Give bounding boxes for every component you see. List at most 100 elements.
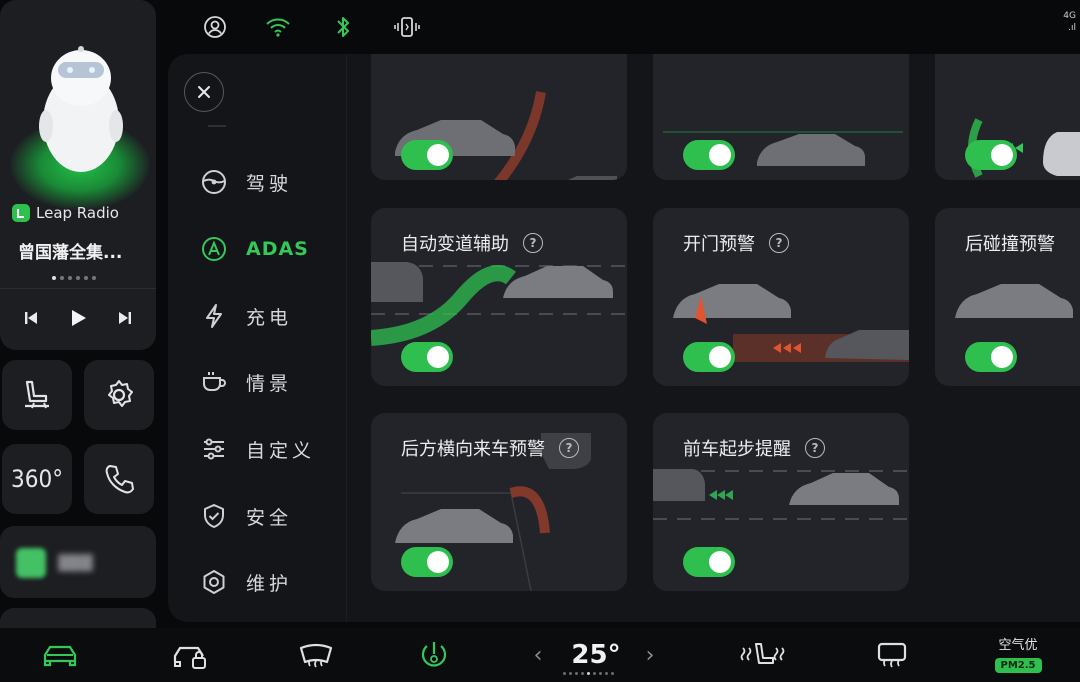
toggle-rear-collision-warning[interactable] bbox=[965, 342, 1017, 372]
card-title-rear-cross-traffic: 后方横向来车预警 bbox=[401, 439, 545, 460]
page-dot bbox=[76, 276, 80, 280]
page-dots bbox=[52, 276, 96, 280]
blurred-app-text: ▓▓▓ bbox=[58, 554, 93, 572]
play-icon[interactable] bbox=[63, 303, 93, 333]
previous-icon[interactable] bbox=[16, 303, 46, 333]
card-title-row: 前车起步提醒 ? bbox=[683, 435, 825, 461]
feature-card-1[interactable] bbox=[371, 54, 627, 180]
front-defrost-icon[interactable] bbox=[296, 638, 336, 672]
temp-increase-chevron[interactable]: › bbox=[640, 638, 660, 672]
next-icon[interactable] bbox=[110, 303, 140, 333]
nav-label-custom: 自定义 bbox=[246, 439, 316, 462]
air-quality-indicator[interactable]: 空气优 PM2.5 bbox=[990, 634, 1046, 673]
card-title-row: 后碰撞预警 bbox=[965, 230, 1055, 256]
nav-item-driving[interactable]: 驾驶 bbox=[196, 162, 346, 202]
left-column: Leap Radio 曾国藩全集... 360° ▓▓▓ bbox=[0, 0, 160, 628]
temp-level-dot bbox=[587, 672, 590, 675]
temp-level-dot bbox=[599, 672, 602, 675]
adas-panel: 驾驶 ADAS 充电 情景 自定义 安全 维护 自动变道辅助 ? 开门预警 ? … bbox=[168, 54, 1080, 622]
temperature-level-dots bbox=[563, 672, 614, 675]
pm25-badge: PM2.5 bbox=[994, 658, 1042, 673]
card-title-lane-change-assist: 自动变道辅助 bbox=[401, 234, 509, 255]
next-card-edge bbox=[0, 608, 156, 628]
card-title-door-open-warning: 开门预警 bbox=[683, 234, 755, 255]
seat-button[interactable] bbox=[2, 360, 72, 430]
car-lock-icon[interactable] bbox=[170, 638, 210, 672]
app-name: Leap Radio bbox=[36, 204, 119, 222]
camera-360-label: 360° bbox=[11, 465, 63, 493]
temp-level-dot bbox=[563, 672, 566, 675]
toggle-door-open-warning[interactable] bbox=[683, 342, 735, 372]
temperature-value: 25° bbox=[571, 640, 621, 670]
temp-level-dot bbox=[581, 672, 584, 675]
camera-360-button[interactable]: 360° bbox=[2, 444, 72, 514]
feature-card-door-open-warning[interactable]: 开门预警 ? bbox=[653, 208, 909, 386]
seat-icon bbox=[25, 380, 49, 409]
bottom-bar: ‹ 25° › 空气优 PM2.5 bbox=[0, 628, 1080, 682]
help-icon[interactable]: ? bbox=[805, 438, 825, 458]
nav-item-safety[interactable]: 安全 bbox=[196, 496, 346, 536]
feature-toggle-2[interactable] bbox=[683, 140, 735, 170]
bluetooth-icon[interactable] bbox=[328, 12, 358, 42]
blurred-app-card[interactable]: ▓▓▓ bbox=[0, 526, 156, 598]
wifi-icon[interactable] bbox=[263, 12, 293, 42]
toggle-front-car-start[interactable] bbox=[683, 547, 735, 577]
feature-card-rear-cross-traffic[interactable]: 后方横向来车预警 ? bbox=[371, 413, 627, 591]
temp-level-dot bbox=[569, 672, 572, 675]
toggle-rear-cross-traffic[interactable] bbox=[401, 547, 453, 577]
feature-card-2[interactable] bbox=[653, 54, 909, 180]
nav-item-maintenance[interactable]: 维护 bbox=[196, 562, 346, 602]
app-badge: Leap Radio bbox=[12, 204, 119, 222]
media-controls bbox=[0, 300, 156, 336]
seat-heat-icon[interactable] bbox=[738, 638, 788, 672]
temperature-display: 25° bbox=[566, 638, 626, 672]
nav-item-scene[interactable]: 情景 bbox=[196, 362, 346, 402]
feature-card-3[interactable] bbox=[935, 54, 1080, 180]
signal-indicator: 4G .ıl bbox=[1063, 11, 1076, 33]
media-card[interactable]: Leap Radio 曾国藩全集... bbox=[0, 0, 156, 350]
temp-level-dot bbox=[575, 672, 578, 675]
nav-item-adas[interactable]: ADAS bbox=[196, 229, 346, 269]
steering-wheel-icon bbox=[196, 164, 232, 200]
close-icon bbox=[198, 86, 210, 98]
nav-item-charging[interactable]: 充电 bbox=[196, 296, 346, 336]
feature-card-lane-change-assist[interactable]: 自动变道辅助 ? bbox=[371, 208, 627, 386]
page-dot bbox=[68, 276, 72, 280]
feature-toggle-3[interactable] bbox=[965, 140, 1017, 170]
help-icon[interactable]: ? bbox=[523, 233, 543, 253]
shield-check-icon bbox=[196, 498, 232, 534]
toggle-lane-change-assist[interactable] bbox=[401, 342, 453, 372]
rear-defrost-icon[interactable] bbox=[872, 638, 912, 672]
card-title-front-car-start: 前车起步提醒 bbox=[683, 439, 791, 460]
leap-radio-logo-icon bbox=[12, 204, 30, 222]
robot-mascot-icon bbox=[39, 46, 123, 172]
nav-label-adas: ADAS bbox=[246, 238, 309, 260]
nav-divider bbox=[208, 125, 226, 127]
feature-toggle-1[interactable] bbox=[401, 140, 453, 170]
feature-card-front-car-start[interactable]: 前车起步提醒 ? bbox=[653, 413, 909, 591]
settings-button[interactable] bbox=[84, 360, 154, 430]
account-icon[interactable] bbox=[200, 12, 230, 42]
settings-gear-icon bbox=[108, 380, 133, 407]
phone-button[interactable] bbox=[84, 444, 154, 514]
coffee-cup-icon bbox=[196, 364, 232, 400]
help-icon[interactable]: ? bbox=[769, 233, 789, 253]
close-button[interactable] bbox=[184, 72, 224, 112]
temp-level-dot bbox=[605, 672, 608, 675]
card-title-row: 开门预警 ? bbox=[683, 230, 789, 256]
fan-power-icon[interactable] bbox=[414, 638, 454, 672]
car-icon[interactable] bbox=[40, 638, 80, 672]
status-bar: 4G .ıl bbox=[170, 0, 1080, 56]
hexagon-nut-icon bbox=[196, 564, 232, 600]
phone-icon bbox=[105, 465, 134, 494]
track-title: 曾国藩全集... bbox=[18, 243, 123, 263]
nav-item-custom[interactable]: 自定义 bbox=[196, 429, 346, 469]
phone-vibrate-icon[interactable] bbox=[392, 12, 422, 42]
temp-decrease-chevron[interactable]: ‹ bbox=[528, 638, 548, 672]
help-icon[interactable]: ? bbox=[559, 438, 579, 458]
nav-separator bbox=[346, 54, 347, 622]
feature-card-rear-collision-warning[interactable]: 后碰撞预警 bbox=[935, 208, 1080, 386]
nav-label-maintenance: 维护 bbox=[246, 572, 293, 595]
page-dot bbox=[92, 276, 96, 280]
air-quality-label: 空气优 bbox=[998, 638, 1038, 653]
